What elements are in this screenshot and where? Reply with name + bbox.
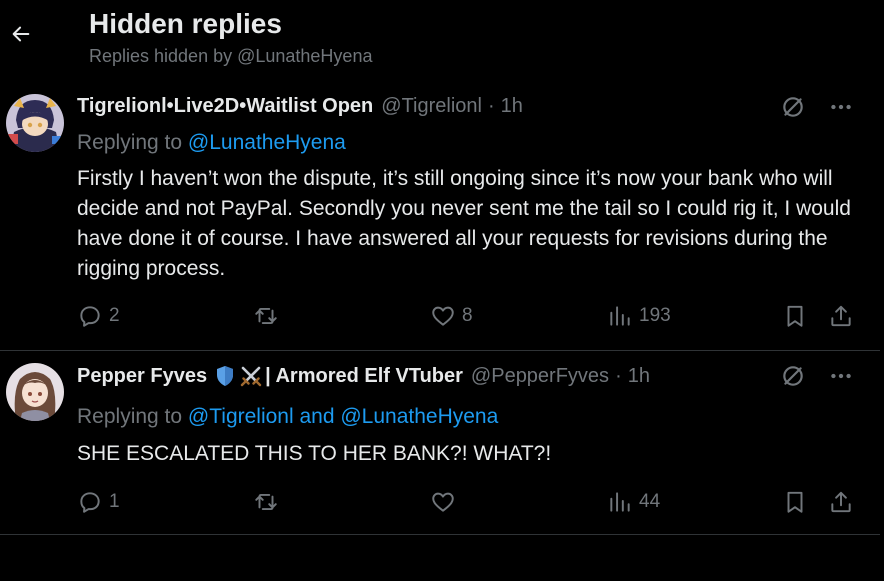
unhide-reply-button[interactable] [780, 363, 806, 389]
reply-count: 2 [109, 305, 120, 326]
repost-icon [255, 493, 277, 511]
tweet-header: Pepper Fyves | Armored Elf VTuber @Peppe… [77, 364, 650, 388]
tweet-text: SHE ESCALATED THIS TO HER BANK?! WHAT?! [77, 442, 552, 465]
tweet-text: Firstly I haven’t won the dispute, it’s … [77, 167, 851, 280]
tweet[interactable]: Pepper Fyves | Armored Elf VTuber @Peppe… [0, 351, 880, 535]
views-button[interactable]: 44 [607, 487, 660, 517]
handle[interactable]: @Tigrelionl [381, 95, 482, 118]
repost-icon [255, 307, 277, 325]
tweet[interactable]: Tigrelionl•Live2D•Waitlist Open @Tigreli… [0, 82, 880, 351]
share-button[interactable] [828, 487, 854, 517]
more-icon [831, 104, 851, 110]
tweet-actions: 1 44 [0, 487, 880, 517]
repost-button[interactable] [253, 487, 285, 517]
tweet-header: Tigrelionl•Live2D•Waitlist Open @Tigreli… [77, 95, 523, 118]
share-icon [831, 305, 851, 327]
shield-emoji-icon [213, 364, 237, 388]
replying-to: Replying to @Tigrelionl and @LunatheHyen… [77, 405, 498, 429]
reply-button[interactable]: 1 [77, 487, 120, 517]
header: Hidden replies Replies hidden by @Lunath… [0, 0, 884, 82]
hide-reply-icon [783, 366, 803, 386]
crossed-swords-emoji-icon [239, 364, 263, 388]
timestamp[interactable]: 1h [501, 95, 523, 118]
more-button[interactable] [828, 94, 854, 120]
more-button[interactable] [828, 363, 854, 389]
views-button[interactable]: 193 [607, 301, 671, 331]
separator-dot: · [615, 364, 622, 387]
avatar[interactable] [6, 363, 64, 421]
repost-button[interactable] [253, 301, 285, 331]
bookmark-button[interactable] [782, 301, 808, 331]
more-icon [831, 373, 851, 379]
reply-icon [80, 492, 100, 513]
bookmark-icon [787, 305, 803, 327]
separator-dot: · [487, 95, 495, 117]
share-icon [831, 491, 851, 513]
views-icon [610, 306, 630, 326]
avatar[interactable] [6, 94, 64, 152]
timestamp[interactable]: 1h [628, 365, 650, 388]
tweet-top-actions [780, 94, 854, 120]
arrow-left-icon [12, 26, 30, 42]
views-count: 44 [639, 491, 661, 512]
bookmark-button[interactable] [782, 487, 808, 517]
share-button[interactable] [828, 301, 854, 331]
reply-icon [80, 306, 100, 327]
display-name-suffix[interactable]: | Armored Elf VTuber [265, 365, 463, 388]
reply-button[interactable]: 2 [77, 301, 120, 331]
replying-mention[interactable]: @Tigrelionl and @LunatheHyena [188, 405, 498, 428]
like-button[interactable] [430, 487, 462, 517]
reply-count: 1 [109, 491, 120, 512]
heart-icon [432, 306, 454, 326]
tweet-top-actions [780, 363, 854, 389]
views-count: 193 [639, 305, 671, 326]
avatar-image [6, 94, 64, 152]
replying-mention[interactable]: @LunatheHyena [188, 131, 346, 154]
bookmark-icon [787, 491, 803, 513]
replying-prefix: Replying to [77, 405, 183, 428]
display-name[interactable]: Tigrelionl•Live2D•Waitlist Open [77, 95, 373, 118]
handle[interactable]: @PepperFyves [471, 365, 609, 388]
like-button[interactable]: 8 [430, 301, 473, 331]
replying-to: Replying to @LunatheHyena [77, 131, 346, 155]
heart-icon [432, 492, 454, 512]
back-button[interactable] [4, 17, 38, 51]
page-title: Hidden replies [89, 8, 282, 39]
unhide-reply-button[interactable] [780, 94, 806, 120]
display-name[interactable]: Pepper Fyves [77, 365, 207, 388]
like-count: 8 [462, 305, 473, 326]
hidden-replies-page: Hidden replies Replies hidden by @Lunath… [0, 0, 884, 581]
tweet-actions: 2 8 193 [0, 301, 880, 331]
views-icon [610, 492, 630, 512]
avatar-image [6, 363, 64, 421]
hide-reply-icon [783, 97, 803, 117]
page-subtitle: Replies hidden by @LunatheHyena [89, 46, 373, 66]
replying-prefix: Replying to [77, 131, 183, 154]
